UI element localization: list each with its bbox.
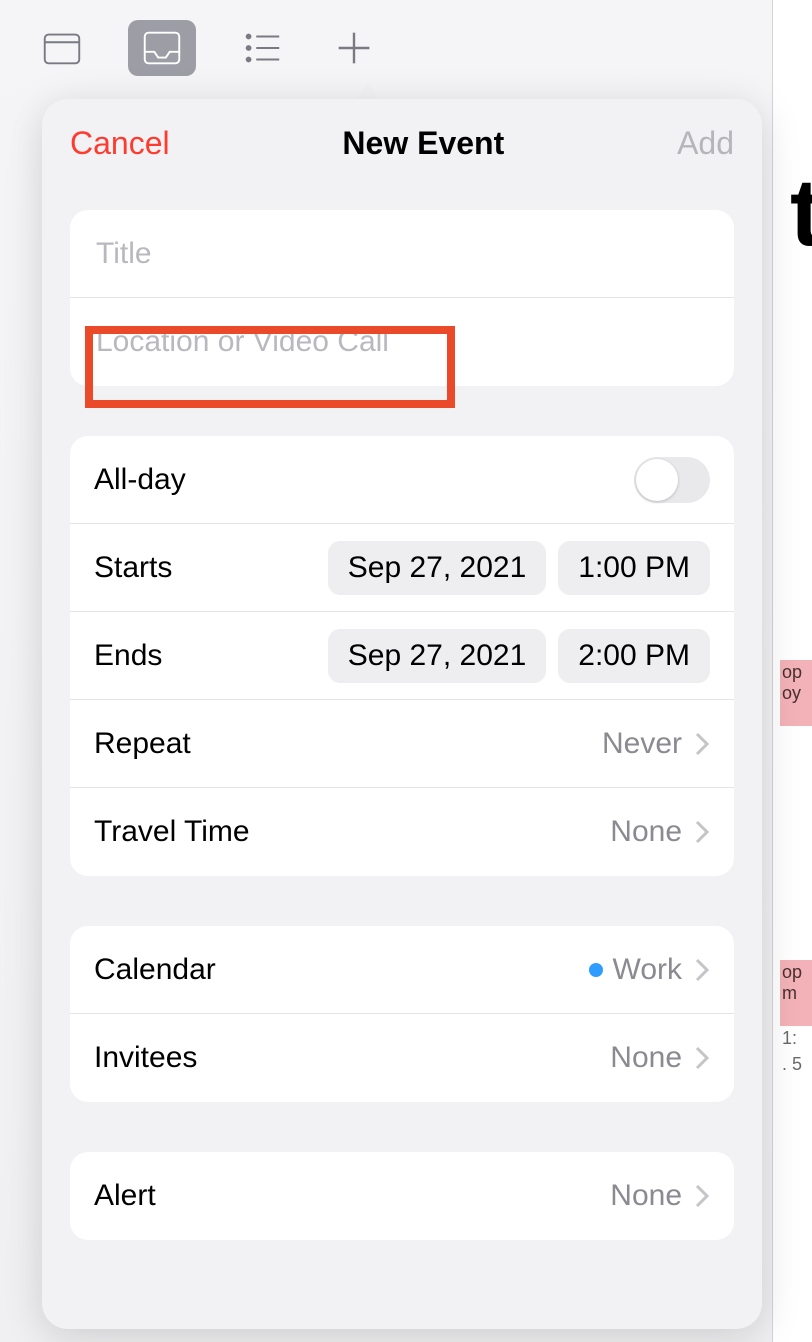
alert-value: None bbox=[610, 1179, 682, 1213]
popover-title: New Event bbox=[342, 125, 504, 162]
calendar-view-icon[interactable] bbox=[36, 22, 88, 74]
ends-date-pill[interactable]: Sep 27, 2021 bbox=[328, 629, 547, 683]
chevron-right-icon bbox=[694, 957, 710, 983]
alert-label: Alert bbox=[94, 1179, 156, 1213]
switch-knob bbox=[636, 459, 678, 501]
ends-row: Ends Sep 27, 2021 2:00 PM bbox=[70, 612, 734, 700]
inbox-icon[interactable] bbox=[128, 20, 196, 76]
bg-event-1-line2: oy bbox=[782, 683, 801, 703]
ends-time-pill[interactable]: 2:00 PM bbox=[558, 629, 710, 683]
location-input[interactable] bbox=[94, 324, 710, 360]
background-time-1: 1: bbox=[780, 1028, 812, 1049]
chevron-right-icon bbox=[694, 819, 710, 845]
list-icon[interactable] bbox=[236, 22, 288, 74]
chevron-right-icon bbox=[694, 731, 710, 757]
calendar-invitees-group: Calendar Work Invitees None bbox=[70, 926, 734, 1102]
location-row[interactable] bbox=[70, 298, 734, 386]
alert-group: Alert None bbox=[70, 1152, 734, 1240]
bg-event-2-line1: op bbox=[782, 962, 802, 982]
starts-date-pill[interactable]: Sep 27, 2021 bbox=[328, 541, 547, 595]
starts-time-pill[interactable]: 1:00 PM bbox=[558, 541, 710, 595]
travel-time-value: None bbox=[610, 815, 682, 849]
title-location-group bbox=[70, 210, 734, 386]
popover-body[interactable]: All-day Starts Sep 27, 2021 1:00 PM Ends… bbox=[42, 184, 762, 1329]
calendar-row[interactable]: Calendar Work bbox=[70, 926, 734, 1014]
alert-row[interactable]: Alert None bbox=[70, 1152, 734, 1240]
repeat-label: Repeat bbox=[94, 727, 191, 761]
bg-event-2-line2: m bbox=[782, 983, 797, 1003]
allday-switch[interactable] bbox=[634, 457, 710, 503]
repeat-value: Never bbox=[602, 727, 682, 761]
new-event-popover: Cancel New Event Add All-day bbox=[42, 99, 762, 1329]
plus-icon[interactable] bbox=[328, 22, 380, 74]
chevron-right-icon bbox=[694, 1183, 710, 1209]
toolbar bbox=[36, 20, 380, 76]
bg-event-1-line1: op bbox=[782, 662, 802, 682]
calendar-label: Calendar bbox=[94, 953, 216, 987]
add-button[interactable]: Add bbox=[677, 125, 734, 162]
background-event-1: opoy bbox=[780, 660, 812, 726]
starts-row: Starts Sep 27, 2021 1:00 PM bbox=[70, 524, 734, 612]
popover-header: Cancel New Event Add bbox=[42, 99, 762, 184]
invitees-row[interactable]: Invitees None bbox=[70, 1014, 734, 1102]
background-time-2: . 5 bbox=[780, 1054, 812, 1075]
title-row[interactable] bbox=[70, 210, 734, 298]
background-event-2: opm bbox=[780, 960, 812, 1026]
travel-time-row[interactable]: Travel Time None bbox=[70, 788, 734, 876]
invitees-value: None bbox=[610, 1041, 682, 1075]
allday-row: All-day bbox=[70, 436, 734, 524]
calendar-value: Work bbox=[613, 953, 682, 987]
chevron-right-icon bbox=[694, 1045, 710, 1071]
calendar-color-dot bbox=[589, 963, 603, 977]
starts-label: Starts bbox=[94, 551, 172, 585]
background-letter: t bbox=[790, 158, 812, 268]
ends-label: Ends bbox=[94, 639, 162, 673]
title-input[interactable] bbox=[94, 236, 710, 272]
travel-time-label: Travel Time bbox=[94, 815, 250, 849]
repeat-row[interactable]: Repeat Never bbox=[70, 700, 734, 788]
invitees-label: Invitees bbox=[94, 1041, 197, 1075]
time-group: All-day Starts Sep 27, 2021 1:00 PM Ends… bbox=[70, 436, 734, 876]
allday-label: All-day bbox=[94, 463, 186, 497]
cancel-button[interactable]: Cancel bbox=[70, 125, 170, 162]
